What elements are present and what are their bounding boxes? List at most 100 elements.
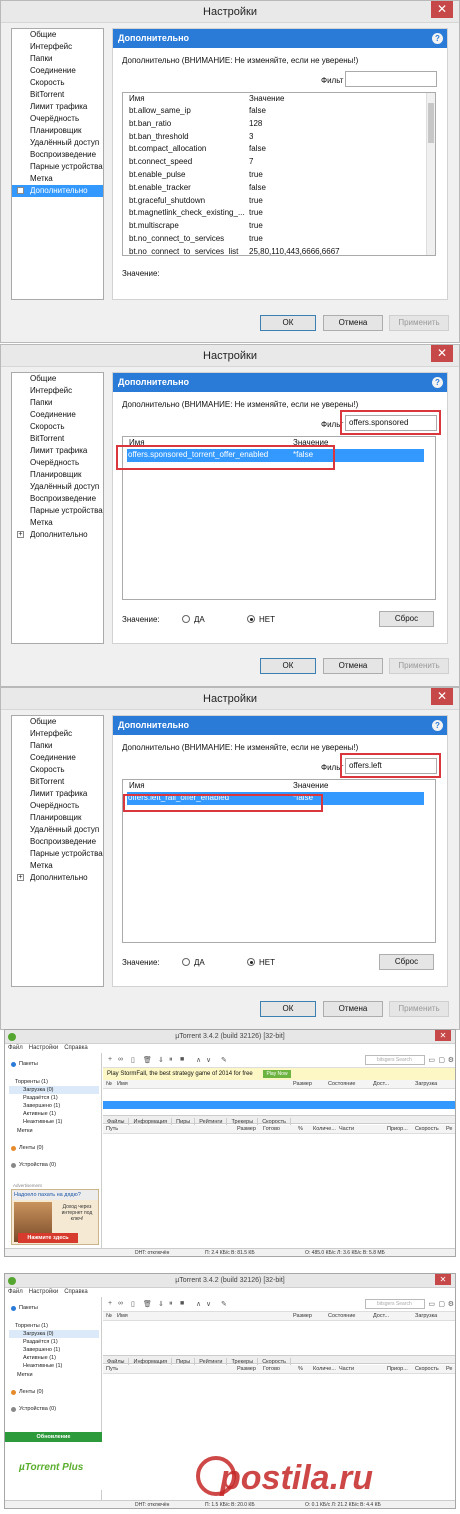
sidebar-item-active[interactable]: Активные (1) [23, 1355, 56, 1361]
stop-icon[interactable]: ■ [180, 1056, 184, 1063]
col-path[interactable]: Путь [106, 1365, 118, 1374]
remote-icon[interactable]: ▭ [428, 1300, 435, 1308]
tree-item[interactable]: Лимит трафика [12, 101, 103, 113]
up-icon[interactable]: ∧ [196, 1300, 201, 1308]
help-icon[interactable]: ? [432, 377, 443, 388]
settings-row[interactable]: bt.allow_same_ip false [123, 105, 435, 118]
ok-button[interactable]: ОК [260, 658, 316, 674]
ok-button[interactable]: ОК [260, 315, 316, 331]
sidebar-item-packs[interactable]: Пакеты [19, 1305, 38, 1311]
add-torrent-icon[interactable]: + [108, 1056, 112, 1063]
close-button[interactable]: ✕ [435, 1274, 451, 1285]
tree-item[interactable]: + Дополнительно [12, 529, 103, 541]
sidebar-item-inactive[interactable]: Неактивные (1) [23, 1363, 62, 1369]
tree-item[interactable]: Скорость [12, 764, 103, 776]
sidebar-item-labels[interactable]: Метки [17, 1372, 33, 1378]
tree-item[interactable]: Планировщик [12, 125, 103, 137]
download-icon[interactable]: ⇓ [158, 1300, 164, 1308]
col-fsize[interactable]: Размер [237, 1365, 256, 1374]
col-pct[interactable]: % [298, 1125, 303, 1134]
menu-settings[interactable]: Настройки [29, 1045, 58, 1051]
cancel-button[interactable]: Отмена [323, 315, 383, 331]
col-name[interactable]: Имя [129, 93, 145, 105]
down-icon[interactable]: ∨ [206, 1300, 211, 1308]
chat-icon[interactable]: ▢ [438, 1300, 445, 1308]
search-input[interactable]: bitsgers Search [365, 1299, 425, 1309]
selected-torrent-row[interactable] [103, 1101, 455, 1109]
settings-row[interactable]: bt.no_connect_to_services_list 25,80,110,… [123, 246, 435, 255]
tree-item[interactable]: Соединение [12, 65, 103, 77]
cancel-button[interactable]: Отмена [323, 1001, 383, 1017]
tree-item[interactable]: Воспроизведение [12, 836, 103, 848]
settings-row[interactable]: bt.magnetlink_check_existing_... true [123, 207, 435, 220]
close-button[interactable]: ✕ [431, 345, 453, 362]
tree-item[interactable]: Удалённый доступ [12, 481, 103, 493]
col-status[interactable]: Состояние [328, 1312, 355, 1321]
tree-item[interactable]: Папки [12, 53, 103, 65]
col-size[interactable]: Размер [293, 1312, 312, 1321]
delete-icon[interactable]: 🗑 [143, 1300, 152, 1308]
reset-button[interactable]: Сброс [379, 611, 434, 627]
settings-row[interactable]: bt.ban_threshold 3 [123, 131, 435, 144]
chat-icon[interactable]: ▢ [438, 1056, 445, 1064]
settings-row[interactable]: bt.enable_pulse true [123, 169, 435, 182]
tree-item[interactable]: Парные устройства [12, 848, 103, 860]
settings-icon[interactable]: ⚙ [448, 1300, 454, 1308]
new-icon[interactable]: ▯ [131, 1300, 135, 1308]
wrench-icon[interactable]: ✎ [221, 1300, 227, 1308]
tree-item[interactable]: Лимит трафика [12, 788, 103, 800]
tree-item[interactable]: Метка [12, 517, 103, 529]
tree-item[interactable]: Метка [12, 860, 103, 872]
tree-item[interactable]: Очерёдность [12, 800, 103, 812]
yes-radio[interactable] [182, 958, 190, 966]
col-download[interactable]: Загрузка [415, 1312, 437, 1321]
col-path[interactable]: Путь [106, 1125, 118, 1134]
no-radio[interactable] [247, 958, 255, 966]
col-prio[interactable]: Приор... [387, 1365, 408, 1374]
tree-item[interactable]: Планировщик [12, 812, 103, 824]
col-pct[interactable]: % [298, 1365, 303, 1374]
tree-item[interactable]: + Дополнительно [12, 872, 103, 884]
sidebar-item-downloads[interactable]: Загрузка (0) [23, 1331, 54, 1337]
col-re[interactable]: Ре [446, 1125, 453, 1134]
tree-item[interactable]: Воспроизведение [12, 493, 103, 505]
apply-button[interactable]: Применить [389, 658, 449, 674]
col-size[interactable]: Размер [293, 1080, 312, 1089]
add-torrent-icon[interactable]: + [108, 1300, 112, 1307]
tree-item[interactable]: Скорость [12, 77, 103, 89]
sidebar-item-downloads[interactable]: Загрузка (0) [23, 1087, 54, 1093]
col-done[interactable]: Готово [263, 1125, 280, 1134]
tree-item[interactable]: Папки [12, 740, 103, 752]
link-icon[interactable]: ∞ [118, 1300, 123, 1307]
delete-icon[interactable]: 🗑 [143, 1056, 152, 1064]
col-num[interactable]: № [106, 1080, 112, 1089]
down-icon[interactable]: ∨ [206, 1056, 211, 1064]
sidebar-item-active[interactable]: Активные (1) [23, 1111, 56, 1117]
yes-radio[interactable] [182, 615, 190, 623]
tree-item[interactable]: Очерёдность [12, 457, 103, 469]
tree-item[interactable]: Папки [12, 397, 103, 409]
sidebar-item-completed[interactable]: Завершено (1) [23, 1103, 60, 1109]
apply-button[interactable]: Применить [389, 315, 449, 331]
menu-help[interactable]: Справка [64, 1289, 88, 1295]
apply-button[interactable]: Применить [389, 1001, 449, 1017]
remote-icon[interactable]: ▭ [428, 1056, 435, 1064]
expand-icon[interactable]: + [17, 531, 24, 538]
tree-item[interactable]: Лимит трафика [12, 445, 103, 457]
col-re[interactable]: Ре [446, 1365, 453, 1374]
col-name[interactable]: Имя [117, 1080, 128, 1089]
col-status[interactable]: Состояние [328, 1080, 355, 1089]
tree-item[interactable]: Соединение [12, 409, 103, 421]
tree-item[interactable]: Соединение [12, 752, 103, 764]
cancel-button[interactable]: Отмена [323, 658, 383, 674]
close-button[interactable]: ✕ [431, 688, 453, 705]
play-now-button[interactable]: Play Now [263, 1070, 291, 1078]
col-speed[interactable]: Скорость [415, 1365, 439, 1374]
tree-item[interactable]: BitTorrent [12, 776, 103, 788]
tree-item[interactable]: Общие [12, 716, 103, 728]
expand-icon[interactable]: + [17, 187, 24, 194]
col-download[interactable]: Загрузка [415, 1080, 437, 1089]
settings-row[interactable]: bt.compact_allocation false [123, 143, 435, 156]
settings-row[interactable]: bt.connect_speed 7 [123, 156, 435, 169]
col-done[interactable]: Готово [263, 1365, 280, 1374]
